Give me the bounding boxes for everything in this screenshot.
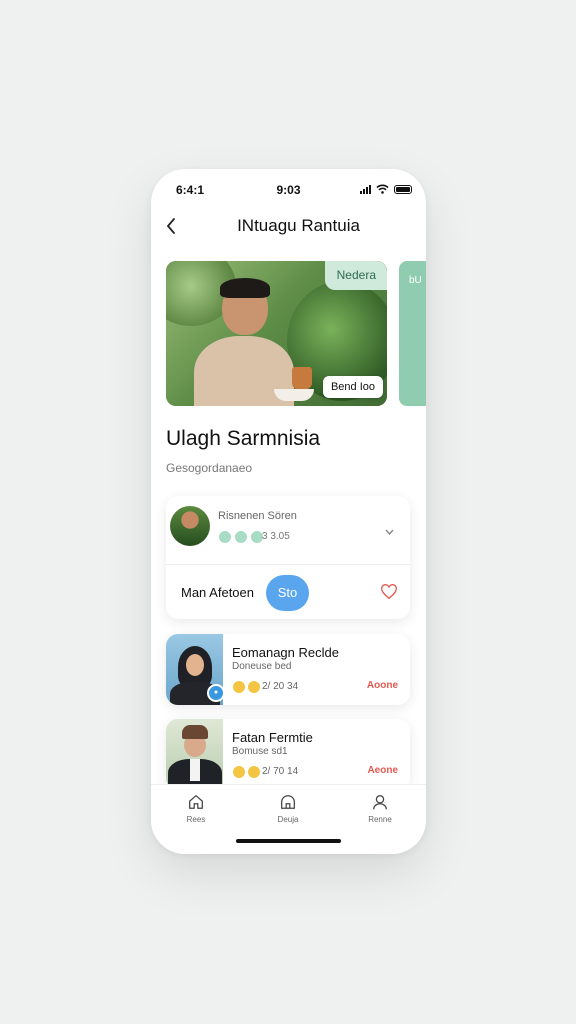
heart-icon[interactable] (380, 583, 398, 601)
action-row: Man Afetoen Sto (166, 565, 410, 619)
house-icon (281, 795, 295, 809)
list-item-title: Eomanagn Reclde (232, 645, 339, 660)
verified-icon: ● (207, 684, 223, 702)
list-item[interactable]: ● Eomanagn Reclde Doneuse bed 2/ 20 34 A… (166, 634, 410, 705)
profile-meta: 3 3.05 (262, 531, 290, 542)
nav-bar: INtuagu Rantuia (151, 214, 426, 238)
next-card-peek[interactable]: bU (399, 261, 426, 406)
tab-label: Deuja (277, 815, 299, 824)
profile-name: Risnenen Sören (218, 510, 297, 522)
list-item-badge: Aoone (366, 680, 398, 691)
profile-card[interactable]: Risnenen Sören 3 3.05 Man Afetoen Sto (166, 496, 410, 619)
reaction-icons (232, 765, 261, 779)
status-bar: 6:4:1 9:03 (151, 183, 426, 197)
phone-frame: 6:4:1 9:03 INtuagu Rantuia Nedera Bend I… (151, 169, 426, 854)
list-item-subtitle: Bomuse sd1 (232, 746, 288, 757)
list-thumbnail (166, 719, 223, 790)
list-item-title: Fatan Fermtie (232, 730, 313, 745)
peek-label: bU (409, 275, 422, 286)
chevron-down-icon[interactable] (385, 526, 394, 538)
status-icons (360, 184, 412, 194)
list-item-subtitle: Doneuse bed (232, 661, 292, 672)
user-icon (373, 795, 387, 810)
tab-label: Renne (368, 815, 392, 824)
action-label: Man Afetoen (181, 585, 254, 600)
bowl-shape (274, 389, 314, 401)
tab-label: Rees (186, 815, 206, 824)
page-title: INtuagu Rantuia (237, 216, 360, 235)
section-subheading: Gesogordanaeo (166, 461, 253, 475)
cup-shape (292, 367, 312, 389)
list-item[interactable]: Fatan Fermtie Bomuse sd1 2/ 70 14 Aeone (166, 719, 410, 790)
home-icon (189, 795, 203, 809)
profile-row: Risnenen Sören 3 3.05 (166, 496, 410, 565)
signal-icon (360, 184, 371, 194)
hero-tag: Nedera (324, 261, 387, 290)
home-indicator (236, 839, 341, 843)
hero-image[interactable]: Nedera Bend Ioo (166, 261, 387, 406)
person-hair (220, 278, 270, 298)
hero-action-chip[interactable]: Bend Ioo (322, 376, 383, 398)
thumb-hat (182, 725, 208, 739)
battery-icon (394, 184, 412, 194)
list-item-badge: Aeone (367, 765, 398, 776)
avatar (170, 506, 210, 546)
image-carousel[interactable]: Nedera Bend Ioo bU (166, 261, 426, 407)
wifi-icon (376, 184, 389, 194)
participant-dots (218, 530, 264, 544)
hero-person (184, 278, 304, 406)
thumb-collar (190, 759, 200, 781)
reaction-icons (232, 680, 261, 694)
primary-pill-button[interactable]: Sto (266, 575, 309, 611)
list-thumbnail: ● (166, 634, 223, 705)
tab-explore[interactable]: Deuja (258, 793, 318, 824)
thumb-face (186, 654, 204, 676)
tab-home[interactable]: Rees (166, 793, 226, 824)
section-heading: Ulagh Sarmnisia (166, 427, 321, 450)
list-item-date: 2/ 70 14 (262, 766, 299, 777)
list-item-date: 2/ 20 34 (262, 681, 299, 692)
tab-profile[interactable]: Renne (350, 793, 410, 824)
tab-bar: Rees Deuja Renne (151, 784, 426, 854)
